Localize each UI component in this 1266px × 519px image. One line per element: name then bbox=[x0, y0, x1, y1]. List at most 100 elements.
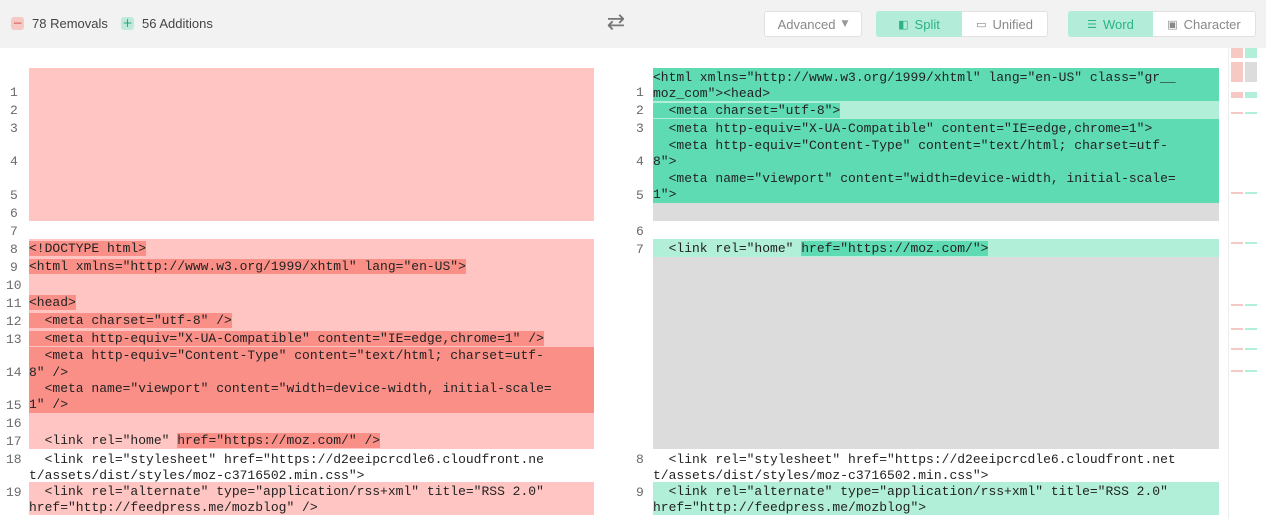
unified-view-icon: ▭ bbox=[976, 17, 987, 31]
minimap-mark bbox=[1231, 92, 1243, 98]
code-line: <meta name="viewport" content="width=dev… bbox=[29, 381, 552, 396]
code-line: moz_com"><head> bbox=[653, 86, 771, 101]
code-line: 8"> bbox=[653, 154, 677, 169]
line-number: 8 bbox=[636, 452, 644, 467]
character-diff-button[interactable]: ▣ Character bbox=[1153, 11, 1256, 37]
split-label: Split bbox=[914, 16, 940, 32]
line-number: 10 bbox=[6, 278, 22, 293]
character-icon: ▣ bbox=[1167, 17, 1178, 31]
line-number: 14 bbox=[6, 365, 22, 380]
minimap-mark bbox=[1245, 62, 1257, 82]
split-view-icon: ◧ bbox=[898, 17, 909, 31]
line-number: 6 bbox=[10, 206, 18, 221]
line-number: 12 bbox=[6, 314, 22, 329]
unified-label: Unified bbox=[992, 16, 1033, 32]
minimap-mark bbox=[1245, 242, 1257, 244]
line-number: 1 bbox=[636, 85, 644, 100]
split-view-button[interactable]: ◧ Split bbox=[876, 11, 962, 37]
line-number: 9 bbox=[10, 260, 18, 275]
line-number: 2 bbox=[10, 103, 18, 118]
code-line: <link rel="stylesheet" href="https://d2e… bbox=[29, 452, 544, 467]
word-label: Word bbox=[1103, 16, 1134, 32]
minimap-mark bbox=[1245, 370, 1257, 372]
line-number: 2 bbox=[636, 103, 644, 118]
removals-count: − 78 Removals bbox=[11, 15, 108, 31]
minimap-mark bbox=[1245, 112, 1257, 114]
line-number: 5 bbox=[636, 188, 644, 203]
line-number: 4 bbox=[10, 154, 18, 169]
code-line: t/assets/dist/styles/moz-c3716502.min.cs… bbox=[29, 468, 365, 483]
minimap-mark bbox=[1231, 62, 1243, 82]
minimap-mark bbox=[1231, 348, 1243, 350]
line-number: 3 bbox=[10, 121, 18, 136]
line-number: 3 bbox=[636, 121, 644, 136]
placeholder-block bbox=[653, 203, 1219, 221]
diff-minimap[interactable] bbox=[1228, 48, 1266, 519]
additions-label: 56 Additions bbox=[142, 15, 213, 31]
code-line: <meta charset="utf-8" /> bbox=[29, 313, 232, 328]
minimap-mark bbox=[1245, 48, 1257, 58]
word-icon: ☰ bbox=[1087, 17, 1098, 31]
code-line: <html xmlns="http://www.w3.org/1999/xhtm… bbox=[29, 259, 466, 274]
caret-down-icon: ▼ bbox=[841, 19, 849, 29]
line-number: 4 bbox=[636, 154, 644, 169]
code-line: <link rel="home" href="https://moz.com/"… bbox=[653, 241, 989, 256]
advanced-dropdown[interactable]: Advanced ▼ bbox=[764, 11, 862, 37]
minimap-mark bbox=[1231, 242, 1243, 244]
code-line: <meta http-equiv="Content-Type" content=… bbox=[29, 348, 544, 363]
code-line: <link rel="home" href="https://moz.com/"… bbox=[29, 433, 381, 448]
code-line: 8" /> bbox=[29, 365, 69, 380]
toolbar: − 78 Removals + 56 Additions ⇄ Advanced … bbox=[0, 0, 1266, 48]
code-line: <link rel="alternate" type="application/… bbox=[653, 484, 1168, 499]
plus-icon: + bbox=[121, 15, 134, 30]
code-line: <meta http-equiv="X-UA-Compatible" conte… bbox=[653, 121, 1153, 136]
placeholder-block bbox=[653, 257, 1219, 449]
code-line: <link rel="alternate" type="application/… bbox=[29, 484, 544, 499]
word-diff-button[interactable]: ☰ Word bbox=[1068, 11, 1153, 37]
minimap-mark bbox=[1231, 328, 1243, 330]
minimap-mark bbox=[1231, 112, 1243, 114]
minimap-mark bbox=[1231, 304, 1243, 306]
line-number: 15 bbox=[6, 398, 22, 413]
code-line: t/assets/dist/styles/moz-c3716502.min.cs… bbox=[653, 468, 989, 483]
line-number: 13 bbox=[6, 332, 22, 347]
code-line: 1"> bbox=[653, 187, 677, 202]
character-label: Character bbox=[1183, 16, 1241, 32]
line-number: 7 bbox=[636, 242, 644, 257]
line-number: 19 bbox=[6, 485, 22, 500]
line-number: 8 bbox=[10, 242, 18, 257]
minimap-mark bbox=[1231, 192, 1243, 194]
unified-view-button[interactable]: ▭ Unified bbox=[962, 11, 1048, 37]
code-line: <meta name="viewport" content="width=dev… bbox=[653, 171, 1176, 186]
code-line: <head> bbox=[29, 295, 76, 310]
code-line: href="http://feedpress.me/mozblog"> bbox=[653, 500, 927, 515]
code-line: href="http://feedpress.me/mozblog" /> bbox=[29, 500, 318, 515]
line-number: 1 bbox=[10, 85, 18, 100]
line-number: 7 bbox=[10, 224, 18, 239]
minimap-mark bbox=[1245, 304, 1257, 306]
code-line: <meta charset="utf-8"> bbox=[653, 103, 841, 118]
removed-block bbox=[29, 68, 594, 221]
code-line: <meta http-equiv="Content-Type" content=… bbox=[653, 138, 1168, 153]
line-number: 9 bbox=[636, 485, 644, 500]
code-line: <html xmlns="http://www.w3.org/1999/xhtm… bbox=[653, 70, 1176, 85]
line-number: 5 bbox=[10, 188, 18, 203]
code-line: 1" /> bbox=[29, 397, 69, 412]
swap-arrows-icon[interactable]: ⇄ bbox=[602, 12, 630, 34]
advanced-label: Advanced bbox=[777, 16, 836, 32]
code-line: <!DOCTYPE html> bbox=[29, 241, 147, 256]
minimap-mark bbox=[1231, 48, 1243, 58]
minimap-mark bbox=[1245, 92, 1257, 98]
line-number: 16 bbox=[6, 416, 22, 431]
removals-label: 78 Removals bbox=[32, 15, 108, 31]
code-line: <meta http-equiv="X-UA-Compatible" conte… bbox=[29, 331, 544, 346]
code-line: <link rel="stylesheet" href="https://d2e… bbox=[653, 452, 1176, 467]
minimap-mark bbox=[1245, 192, 1257, 194]
line-number: 18 bbox=[6, 452, 22, 467]
line-number: 11 bbox=[6, 296, 22, 311]
additions-count: + 56 Additions bbox=[121, 15, 213, 31]
line-number: 6 bbox=[636, 224, 644, 239]
minus-icon: − bbox=[11, 15, 24, 30]
minimap-mark bbox=[1245, 328, 1257, 330]
minimap-mark bbox=[1231, 370, 1243, 372]
